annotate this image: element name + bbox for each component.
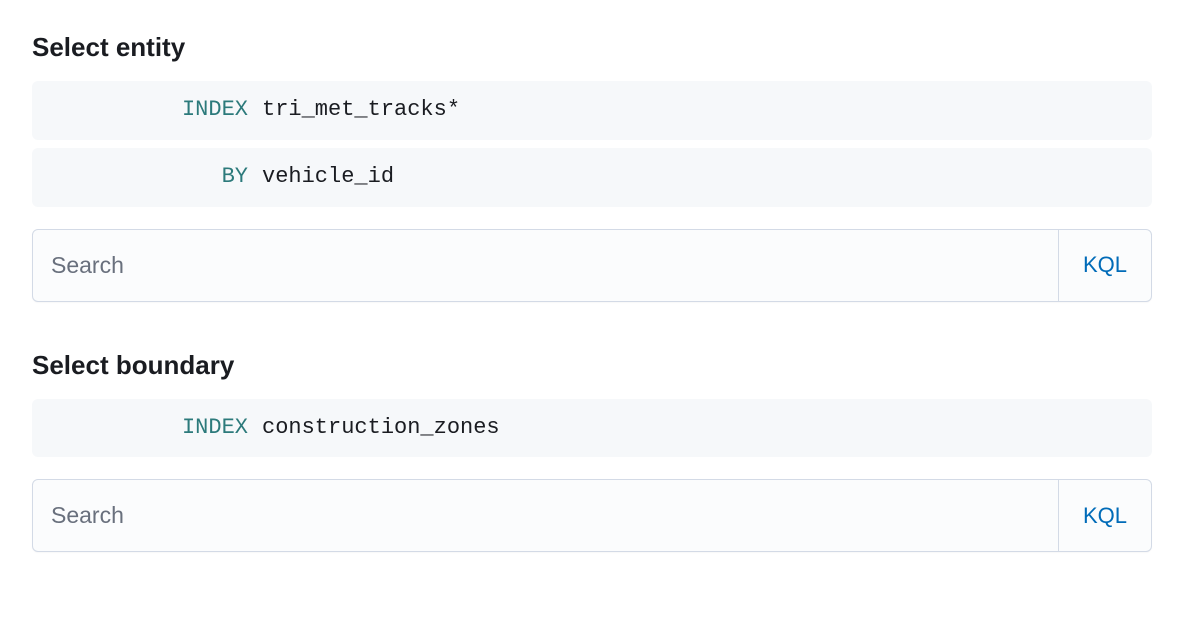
select-entity-section: Select entity INDEX tri_met_tracks* BY v… <box>32 32 1152 302</box>
boundary-kql-button[interactable]: KQL <box>1058 480 1151 551</box>
entity-kql-button[interactable]: KQL <box>1058 230 1151 301</box>
entity-by-value: vehicle_id <box>262 162 394 193</box>
entity-by-keyword: BY <box>222 164 248 189</box>
select-boundary-title: Select boundary <box>32 350 1152 381</box>
select-entity-title: Select entity <box>32 32 1152 63</box>
entity-by-row: BY vehicle_id <box>32 148 1152 207</box>
boundary-search-bar: KQL <box>32 479 1152 552</box>
entity-search-bar: KQL <box>32 229 1152 302</box>
select-boundary-section: Select boundary INDEX construction_zones… <box>32 350 1152 553</box>
entity-index-keyword: INDEX <box>182 97 248 122</box>
boundary-index-keyword: INDEX <box>182 415 248 440</box>
entity-search-input[interactable] <box>33 230 1058 301</box>
boundary-search-input[interactable] <box>33 480 1058 551</box>
boundary-index-row: INDEX construction_zones <box>32 399 1152 458</box>
entity-index-row: INDEX tri_met_tracks* <box>32 81 1152 140</box>
entity-index-value: tri_met_tracks* <box>262 95 460 126</box>
boundary-index-value: construction_zones <box>262 413 500 444</box>
